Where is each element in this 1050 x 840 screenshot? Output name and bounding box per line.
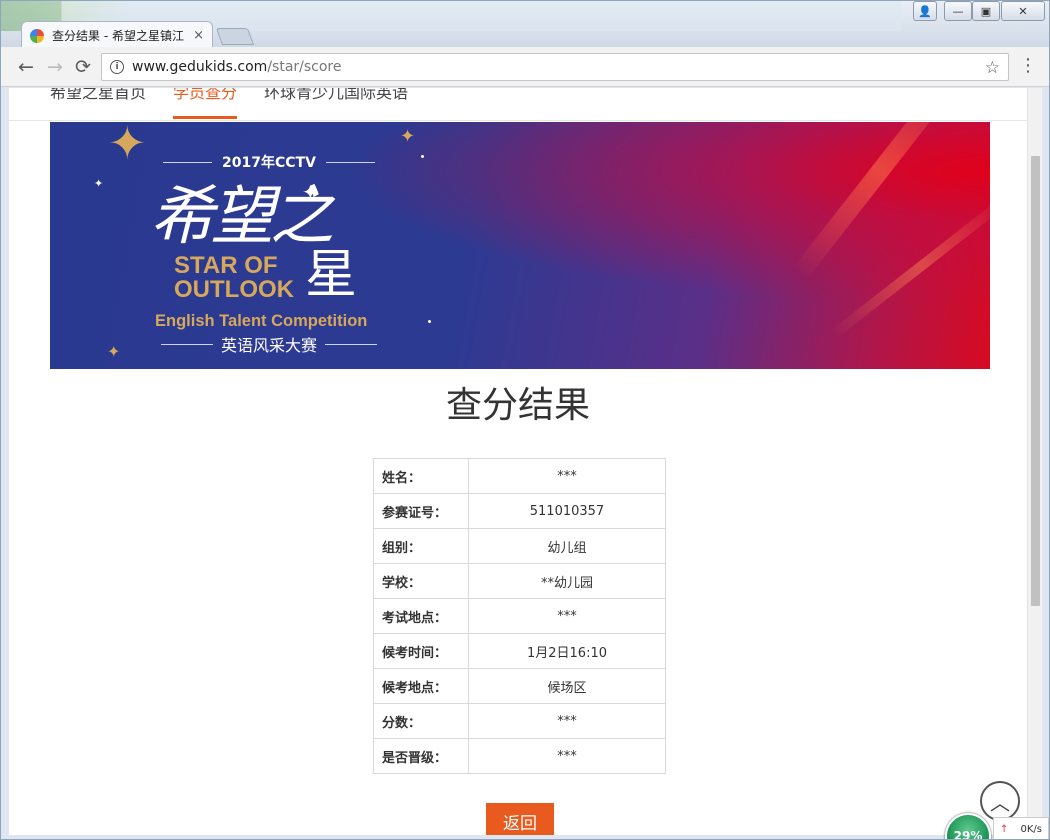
browser-menu-icon[interactable]: ⋮ bbox=[1019, 57, 1037, 75]
banner-subtitle-chinese: 英语风采大赛 bbox=[153, 332, 385, 356]
browser-tab-active[interactable]: 查分结果 - 希望之星镇江 × bbox=[21, 21, 213, 49]
network-speed-widget[interactable]: 29% ↑ 0K/s bbox=[945, 813, 1049, 839]
logo-xing-character: 星 bbox=[305, 245, 358, 305]
field-value: 幼儿组 bbox=[468, 528, 666, 564]
table-row: 考试地点： *** bbox=[373, 598, 666, 634]
banner-tagline: 2017年CCTV bbox=[153, 152, 385, 172]
reload-icon[interactable]: ⟳ bbox=[71, 55, 95, 79]
sparkle-dot bbox=[421, 155, 424, 158]
back-arrow-icon[interactable]: ← bbox=[14, 55, 38, 79]
site-navigation: 希望之星首页 学员查分 环球青少儿国际英语 bbox=[9, 88, 1027, 121]
sparkle-dot bbox=[428, 320, 431, 323]
page-viewport: 希望之星首页 学员查分 环球青少儿国际英语 ✦ ✦ ✦ ✦ ✦ 2017年CCT… bbox=[9, 88, 1042, 835]
gold-star-icon: ✦ bbox=[108, 122, 147, 170]
page-title: 查分结果 bbox=[445, 385, 590, 426]
forward-arrow-icon[interactable]: → bbox=[43, 55, 67, 79]
field-label: 组别： bbox=[373, 528, 469, 564]
table-row: 学校： **幼儿园 bbox=[373, 563, 666, 599]
field-label: 参赛证号： bbox=[373, 493, 469, 529]
table-row: 分数： *** bbox=[373, 703, 666, 739]
tab-title: 查分结果 - 希望之星镇江 bbox=[52, 29, 184, 43]
bookmark-star-icon[interactable]: ☆ bbox=[985, 58, 1000, 78]
url-path: /star/score bbox=[267, 59, 342, 75]
table-row: 组别： 幼儿组 bbox=[373, 528, 666, 564]
table-row: 候考地点： 候场区 bbox=[373, 668, 666, 704]
speed-percent-ball[interactable]: 29% bbox=[945, 813, 991, 839]
field-value: *** bbox=[468, 598, 666, 634]
banner-light-streak bbox=[830, 195, 990, 339]
score-result-table: 姓名： *** 参赛证号： 511010357 组别： 幼儿组 学校： **幼儿园 考试地点： *… bbox=[373, 458, 666, 774]
field-value: 1月2日16:10 bbox=[468, 633, 666, 669]
upload-arrow-icon: ↑ bbox=[1000, 823, 1009, 835]
table-row: 是否晋级： *** bbox=[373, 738, 666, 774]
table-row: 姓名： *** bbox=[373, 458, 666, 494]
title-bar: 查分结果 - 希望之星镇江 × 👤 — ▣ ✕ bbox=[1, 1, 1049, 49]
field-label: 是否晋级： bbox=[373, 738, 469, 774]
new-tab-button[interactable] bbox=[215, 28, 255, 45]
field-value: *** bbox=[468, 738, 666, 774]
white-star-icon: ✦ bbox=[94, 177, 104, 190]
site-favicon-icon bbox=[30, 28, 44, 43]
gold-star-icon: ✦ bbox=[107, 342, 121, 361]
logo-english: STAR OF OUTLOOK bbox=[174, 254, 294, 302]
scrollbar-thumb[interactable] bbox=[1031, 156, 1040, 606]
field-label: 分数： bbox=[373, 703, 469, 739]
field-value: *** bbox=[468, 703, 666, 739]
close-window-button[interactable]: ✕ bbox=[1001, 1, 1045, 21]
table-row: 参赛证号： 511010357 bbox=[373, 493, 666, 529]
vertical-scrollbar[interactable] bbox=[1027, 88, 1042, 835]
field-label: 考试地点： bbox=[373, 598, 469, 634]
competition-banner: ✦ ✦ ✦ ✦ ✦ 2017年CCTV 希望之 STAR OF OUTLOOK … bbox=[50, 122, 990, 369]
address-bar[interactable]: i www.gedukids.com/star/score ☆ bbox=[101, 53, 1009, 81]
logo-chinese: 希望之 bbox=[150, 180, 334, 254]
field-label: 姓名： bbox=[373, 458, 469, 494]
speed-rate: 0K/s bbox=[1020, 823, 1042, 835]
nav-item-score-query[interactable]: 学员查分 bbox=[173, 88, 237, 103]
site-info-icon[interactable]: i bbox=[110, 60, 124, 74]
browser-toolbar: ← → ⟳ i www.gedukids.com/star/score ☆ ⋮ bbox=[1, 47, 1049, 87]
field-value: 候场区 bbox=[468, 668, 666, 704]
table-row: 候考时间： 1月2日16:10 bbox=[373, 633, 666, 669]
field-value: 511010357 bbox=[468, 493, 666, 529]
maximize-button[interactable]: ▣ bbox=[972, 1, 1000, 21]
field-label: 学校： bbox=[373, 563, 469, 599]
speed-readout: ↑ 0K/s bbox=[993, 817, 1049, 839]
field-value: **幼儿园 bbox=[468, 563, 666, 599]
nav-item-global-english[interactable]: 环球青少儿国际英语 bbox=[264, 88, 408, 103]
url-host: www.gedukids.com bbox=[132, 59, 268, 75]
field-value: *** bbox=[468, 458, 666, 494]
nav-item-home[interactable]: 希望之星首页 bbox=[50, 88, 146, 103]
back-button[interactable]: 返回 bbox=[486, 803, 554, 835]
tab-close-icon[interactable]: × bbox=[193, 28, 204, 43]
field-label: 候考地点： bbox=[373, 668, 469, 704]
active-nav-underline bbox=[173, 116, 237, 119]
minimize-button[interactable]: — bbox=[944, 1, 972, 21]
field-label: 候考时间： bbox=[373, 633, 469, 669]
logo-english-line1: STAR OF bbox=[174, 252, 278, 279]
user-profile-icon[interactable]: 👤 bbox=[913, 1, 937, 21]
gold-star-icon: ✦ bbox=[400, 126, 416, 147]
logo-english-line2: OUTLOOK bbox=[174, 276, 294, 303]
browser-window: 查分结果 - 希望之星镇江 × 👤 — ▣ ✕ ← → ⟳ i www.gedu… bbox=[0, 0, 1050, 840]
banner-subtitle-english: English Talent Competition bbox=[155, 312, 368, 330]
